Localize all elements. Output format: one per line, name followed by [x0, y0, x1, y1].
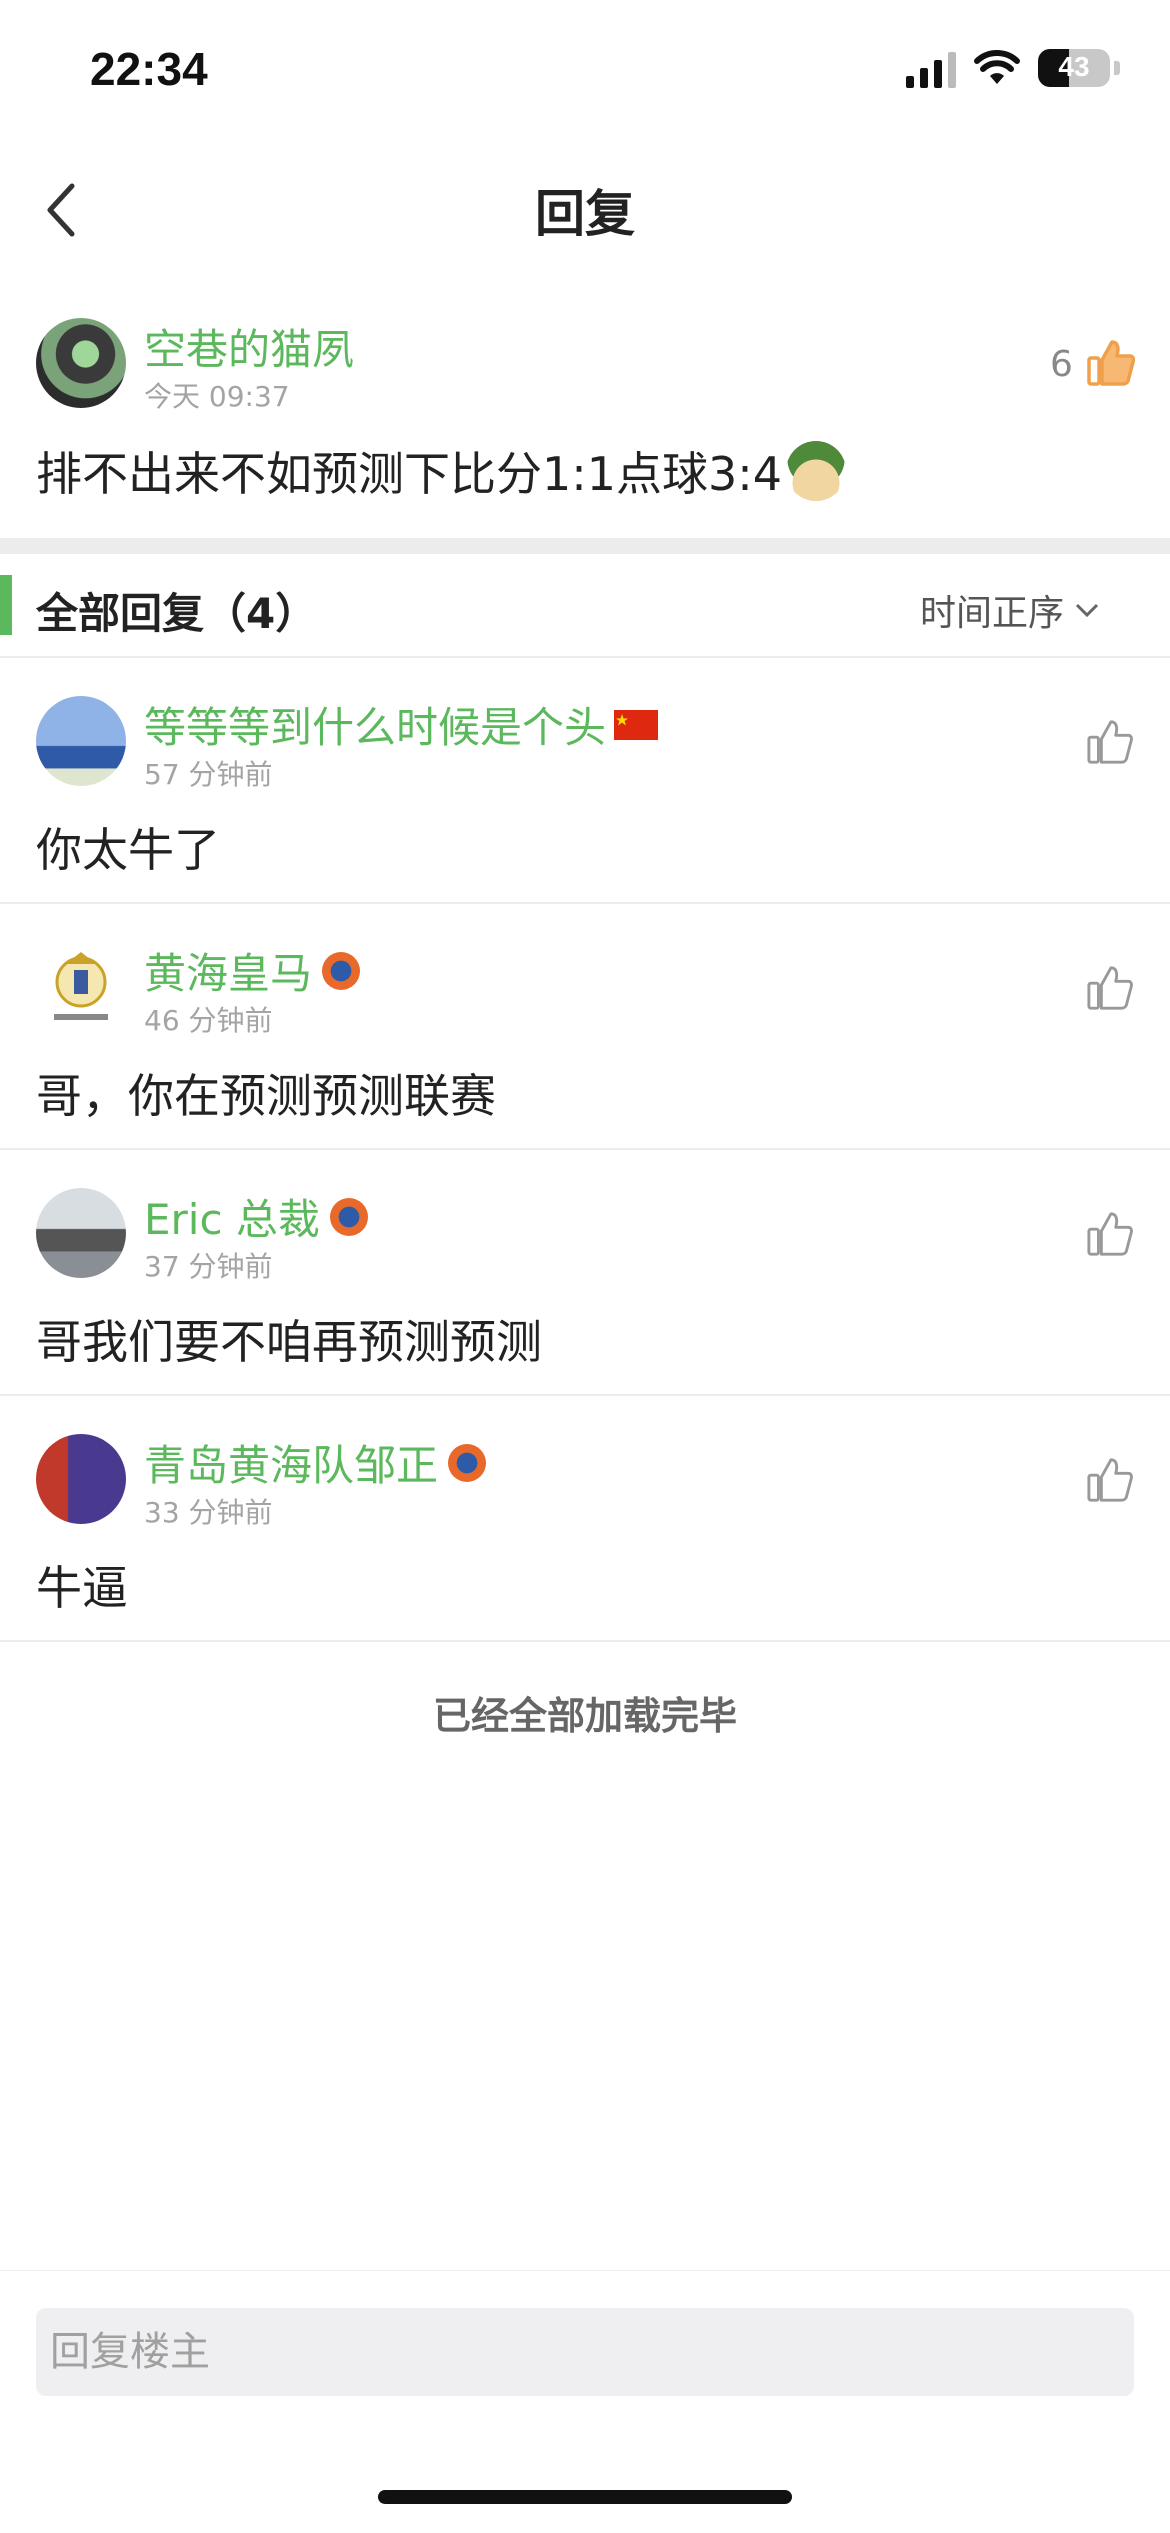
avatar[interactable] — [36, 942, 126, 1032]
status-time: 22:34 — [90, 43, 208, 95]
doge-helmet-emoji-icon — [786, 441, 847, 501]
chevron-down-icon — [1075, 603, 1099, 618]
home-indicator[interactable] — [378, 2490, 792, 2504]
section-accent-bar — [0, 575, 12, 635]
thumbs-up-icon[interactable] — [1086, 1210, 1134, 1258]
section-title: 全部回复（4） — [36, 589, 318, 638]
divider — [0, 902, 1170, 904]
status-icons: 43 — [906, 48, 1120, 88]
reply-username[interactable]: 黄海皇马 — [144, 940, 361, 1001]
avatar[interactable] — [36, 696, 126, 786]
wifi-icon — [974, 50, 1020, 84]
team-badge-icon — [448, 1443, 487, 1482]
reply-text: 牛逼 — [36, 1561, 128, 1615]
reply-time: 46 分钟前 — [144, 1004, 273, 1037]
reply-text: 你太牛了 — [36, 823, 220, 877]
divider — [0, 538, 1170, 554]
avatar[interactable] — [36, 1434, 126, 1524]
post-text-content: 排不出来不如预测下比分1:1点球3:4 — [36, 447, 783, 501]
divider — [0, 1148, 1170, 1150]
sort-label: 时间正序 — [919, 593, 1064, 634]
divider — [0, 1640, 1170, 1642]
battery-level: 43 — [1058, 51, 1090, 82]
cellular-signal-icon — [906, 48, 956, 88]
reply-username-text: Eric 总裁 — [144, 1195, 320, 1244]
reply-username[interactable]: 等等等到什么时候是个头 — [144, 694, 659, 755]
thumbs-up-icon[interactable] — [1086, 1456, 1134, 1504]
real-madrid-crest-icon — [54, 952, 108, 1020]
divider — [0, 1394, 1170, 1396]
team-badge-icon — [329, 1197, 368, 1236]
page-title: 回复 — [535, 185, 635, 243]
reply-text: 哥我们要不咱再预测预测 — [36, 1315, 542, 1369]
reply-username[interactable]: Eric 总裁 — [144, 1186, 368, 1247]
reply-username-text: 青岛黄海队邹正 — [144, 1441, 439, 1490]
reply-username-text: 等等等到什么时候是个头 — [144, 703, 607, 752]
reply-text: 哥，你在预测预测联赛 — [36, 1069, 496, 1123]
post-time: 今天 09:37 — [144, 380, 290, 413]
divider — [0, 656, 1170, 658]
avatar[interactable] — [36, 1188, 126, 1278]
reply-username[interactable]: 青岛黄海队邹正 — [144, 1432, 487, 1493]
reply-input[interactable] — [36, 2308, 1134, 2396]
post-like-count: 6 — [1050, 344, 1073, 385]
china-flag-icon — [614, 709, 659, 740]
reply-time: 57 分钟前 — [144, 758, 273, 791]
loaded-all-text: 已经全部加载完毕 — [432, 1694, 737, 1738]
reply-time: 37 分钟前 — [144, 1250, 273, 1283]
battery-icon: 43 — [1038, 49, 1110, 87]
reply-username-text: 黄海皇马 — [144, 949, 313, 998]
avatar[interactable] — [36, 318, 126, 408]
thumbs-up-icon[interactable] — [1086, 338, 1136, 388]
thumbs-up-icon[interactable] — [1086, 718, 1134, 766]
post-text: 排不出来不如预测下比分1:1点球3:4 — [36, 438, 847, 504]
post-username[interactable]: 空巷的猫夙 — [144, 316, 354, 377]
thumbs-up-icon[interactable] — [1086, 964, 1134, 1012]
sort-dropdown[interactable]: 时间正序 — [920, 584, 1100, 636]
reply-time: 33 分钟前 — [144, 1496, 273, 1529]
team-badge-icon — [322, 951, 361, 990]
